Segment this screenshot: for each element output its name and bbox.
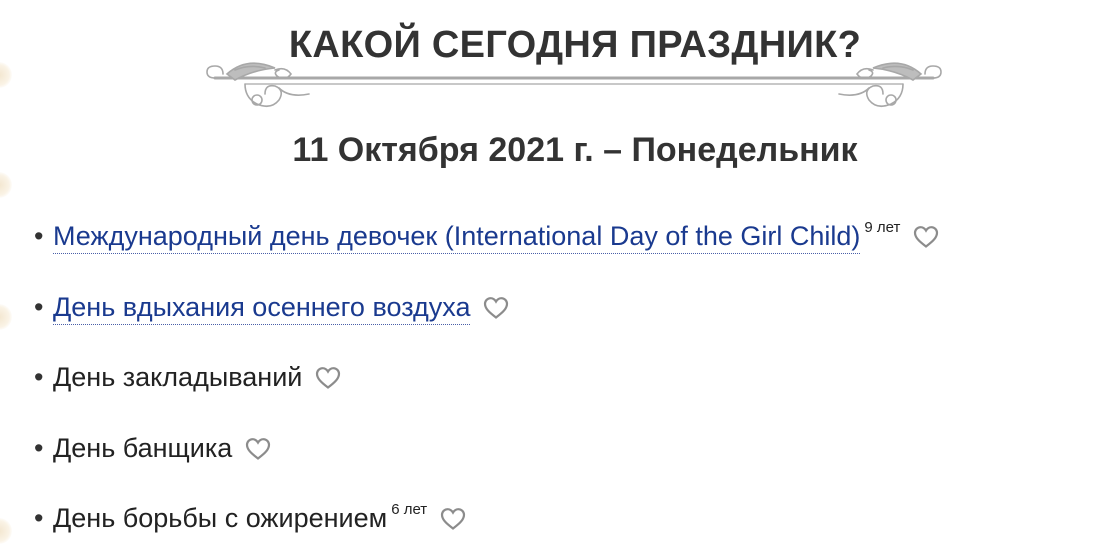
edge-decoration	[0, 304, 12, 330]
edge-decoration	[0, 172, 12, 198]
heart-outline-icon[interactable]	[913, 225, 939, 249]
holiday-list: • Международный день девочек (Internatio…	[34, 214, 939, 556]
holiday-item: • Международный день девочек (Internatio…	[34, 214, 939, 285]
holiday-item: • День закладываний	[34, 355, 939, 426]
holiday-link-autumn-air-day[interactable]: День вдыхания осеннего воздуха	[53, 290, 471, 325]
bullet: •	[34, 362, 44, 392]
years-badge: 9 лет	[864, 219, 901, 236]
bullet: •	[34, 291, 44, 322]
bullet: •	[34, 221, 44, 251]
date-heading: 11 Октября 2021 г. – Понедельник	[292, 131, 858, 169]
holiday-link-girl-child-day[interactable]: Международный день девочек (Internationa…	[53, 219, 861, 254]
heart-outline-icon[interactable]	[245, 437, 271, 461]
years-badge: 6 лет	[391, 501, 428, 518]
heart-outline-icon[interactable]	[315, 366, 341, 390]
holiday-item: • День банщика	[34, 426, 939, 497]
ornament-divider-icon	[206, 62, 942, 108]
bullet: •	[34, 503, 44, 533]
holiday-name: День борьбы с ожирением	[53, 503, 388, 533]
holiday-name: День банщика	[53, 432, 233, 463]
holiday-item: • День вдыхания осеннего воздуха	[34, 285, 939, 356]
holiday-name: День закладываний	[53, 362, 303, 392]
edge-decoration	[0, 518, 12, 544]
holiday-item: • День борьбы с ожирением 6 лет	[34, 496, 939, 556]
page: КАКОЙ СЕГОДНЯ ПРАЗДНИК? 11 Октября 2021 …	[0, 0, 1117, 556]
bullet: •	[34, 432, 44, 463]
heart-outline-icon[interactable]	[483, 296, 509, 320]
heart-outline-icon[interactable]	[440, 507, 466, 531]
